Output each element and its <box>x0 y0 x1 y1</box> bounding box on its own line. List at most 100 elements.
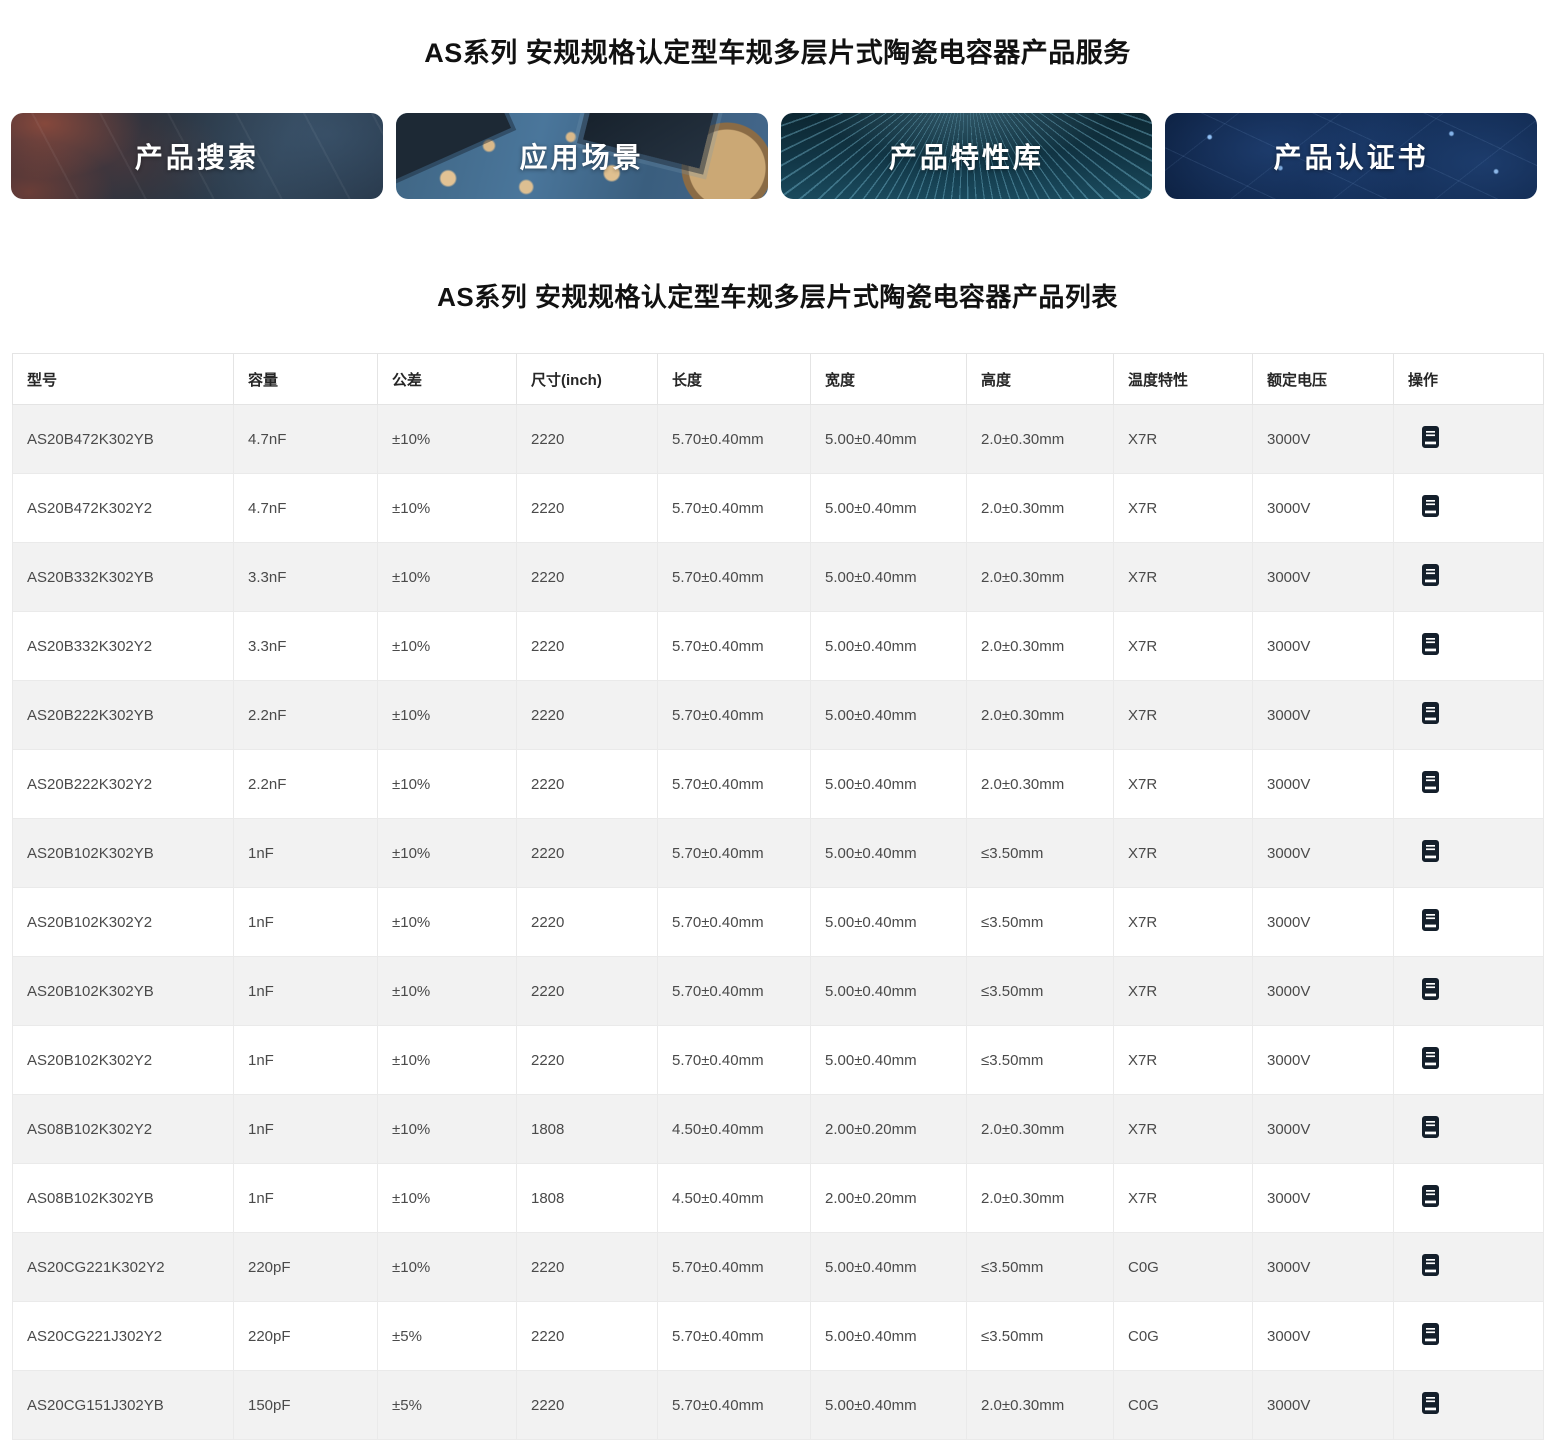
table-row: AS20B102K302YB1nF±10%22205.70±0.40mm5.00… <box>13 819 1544 888</box>
banner-label: 产品认证书 <box>1274 136 1429 176</box>
cell-temp: X7R <box>1114 819 1253 888</box>
spec-document-icon[interactable] <box>1422 840 1439 862</box>
cell-length: 5.70±0.40mm <box>658 1371 811 1440</box>
cell-width: 5.00±0.40mm <box>811 543 967 612</box>
cell-width: 5.00±0.40mm <box>811 405 967 474</box>
cell-temp: C0G <box>1114 1302 1253 1371</box>
cell-width: 5.00±0.40mm <box>811 1233 967 1302</box>
spec-document-icon[interactable] <box>1422 1323 1439 1345</box>
cell-voltage: 3000V <box>1253 405 1394 474</box>
table-row: AS08B102K302Y21nF±10%18084.50±0.40mm2.00… <box>13 1095 1544 1164</box>
cell-temp: X7R <box>1114 1026 1253 1095</box>
cell-size: 2220 <box>517 957 658 1026</box>
cell-voltage: 3000V <box>1253 612 1394 681</box>
cell-length: 5.70±0.40mm <box>658 888 811 957</box>
spec-document-icon[interactable] <box>1422 633 1439 655</box>
column-header-voltage: 额定电压 <box>1253 354 1394 405</box>
spec-document-icon[interactable] <box>1422 1185 1439 1207</box>
cell-capacity: 4.7nF <box>234 405 378 474</box>
cell-size: 2220 <box>517 1233 658 1302</box>
banner-product-characteristics[interactable]: 产品特性库 <box>781 113 1153 199</box>
banner-product-certificates[interactable]: 产品认证书 <box>1165 113 1537 199</box>
cell-length: 5.70±0.40mm <box>658 957 811 1026</box>
cell-action <box>1394 1095 1544 1164</box>
column-header-tolerance: 公差 <box>378 354 517 405</box>
spec-document-icon[interactable] <box>1422 426 1439 448</box>
spec-document-icon[interactable] <box>1422 978 1439 1000</box>
cell-length: 5.70±0.40mm <box>658 1026 811 1095</box>
spec-document-icon[interactable] <box>1422 1392 1439 1414</box>
banner-label: 产品搜索 <box>135 136 259 176</box>
cell-width: 5.00±0.40mm <box>811 888 967 957</box>
table-row: AS20B222K302YB2.2nF±10%22205.70±0.40mm5.… <box>13 681 1544 750</box>
spec-document-icon[interactable] <box>1422 702 1439 724</box>
cell-width: 5.00±0.40mm <box>811 819 967 888</box>
cell-action <box>1394 681 1544 750</box>
cell-width: 5.00±0.40mm <box>811 681 967 750</box>
cell-capacity: 1nF <box>234 957 378 1026</box>
cell-action <box>1394 888 1544 957</box>
cell-action <box>1394 1233 1544 1302</box>
cell-tolerance: ±10% <box>378 612 517 681</box>
cell-voltage: 3000V <box>1253 750 1394 819</box>
cell-tolerance: ±10% <box>378 1095 517 1164</box>
cell-width: 2.00±0.20mm <box>811 1095 967 1164</box>
cell-voltage: 3000V <box>1253 957 1394 1026</box>
section-title: AS系列 安规规格认定型车规多层片式陶瓷电容器产品列表 <box>0 282 1555 312</box>
table-row: AS08B102K302YB1nF±10%18084.50±0.40mm2.00… <box>13 1164 1544 1233</box>
table-row: AS20B332K302Y23.3nF±10%22205.70±0.40mm5.… <box>13 612 1544 681</box>
cell-height: ≤3.50mm <box>967 1233 1114 1302</box>
table-row: AS20B472K302Y24.7nF±10%22205.70±0.40mm5.… <box>13 474 1544 543</box>
cell-model: AS08B102K302YB <box>13 1164 234 1233</box>
page-title: AS系列 安规规格认定型车规多层片式陶瓷电容器产品服务 <box>0 0 1555 68</box>
cell-tolerance: ±10% <box>378 474 517 543</box>
table-row: AS20B102K302Y21nF±10%22205.70±0.40mm5.00… <box>13 1026 1544 1095</box>
spec-document-icon[interactable] <box>1422 564 1439 586</box>
cell-width: 5.00±0.40mm <box>811 750 967 819</box>
cell-action <box>1394 819 1544 888</box>
spec-document-icon[interactable] <box>1422 1254 1439 1276</box>
banner-application-scenarios[interactable]: 应用场景 <box>396 113 768 199</box>
cell-height: 2.0±0.30mm <box>967 750 1114 819</box>
cell-action <box>1394 1164 1544 1233</box>
table-row: AS20CG151J302YB150pF±5%22205.70±0.40mm5.… <box>13 1371 1544 1440</box>
cell-size: 2220 <box>517 1026 658 1095</box>
banner-product-search[interactable]: 产品搜索 <box>11 113 383 199</box>
cell-height: 2.0±0.30mm <box>967 474 1114 543</box>
cell-voltage: 3000V <box>1253 474 1394 543</box>
table-row: AS20B472K302YB4.7nF±10%22205.70±0.40mm5.… <box>13 405 1544 474</box>
spec-document-icon[interactable] <box>1422 1047 1439 1069</box>
spec-document-icon[interactable] <box>1422 495 1439 517</box>
spec-document-icon[interactable] <box>1422 1116 1439 1138</box>
cell-action <box>1394 1302 1544 1371</box>
cell-tolerance: ±10% <box>378 681 517 750</box>
column-header-capacity: 容量 <box>234 354 378 405</box>
cell-capacity: 1nF <box>234 1164 378 1233</box>
cell-size: 2220 <box>517 474 658 543</box>
cell-action <box>1394 405 1544 474</box>
cell-size: 2220 <box>517 888 658 957</box>
cell-action <box>1394 543 1544 612</box>
cell-model: AS20B102K302Y2 <box>13 888 234 957</box>
cell-length: 5.70±0.40mm <box>658 474 811 543</box>
cell-tolerance: ±10% <box>378 1026 517 1095</box>
cell-model: AS20CG221K302Y2 <box>13 1233 234 1302</box>
cell-tolerance: ±10% <box>378 543 517 612</box>
cell-length: 5.70±0.40mm <box>658 1302 811 1371</box>
cell-temp: X7R <box>1114 612 1253 681</box>
cell-width: 5.00±0.40mm <box>811 474 967 543</box>
banner-label: 产品特性库 <box>889 136 1044 176</box>
cell-height: 2.0±0.30mm <box>967 1371 1114 1440</box>
column-header-width: 宽度 <box>811 354 967 405</box>
cell-action <box>1394 474 1544 543</box>
cell-model: AS20B222K302YB <box>13 681 234 750</box>
spec-document-icon[interactable] <box>1422 771 1439 793</box>
cell-height: 2.0±0.30mm <box>967 405 1114 474</box>
spec-document-icon[interactable] <box>1422 909 1439 931</box>
cell-tolerance: ±10% <box>378 819 517 888</box>
cell-size: 2220 <box>517 612 658 681</box>
cell-action <box>1394 957 1544 1026</box>
cell-height: 2.0±0.30mm <box>967 1095 1114 1164</box>
cell-voltage: 3000V <box>1253 888 1394 957</box>
cell-model: AS20B102K302YB <box>13 957 234 1026</box>
